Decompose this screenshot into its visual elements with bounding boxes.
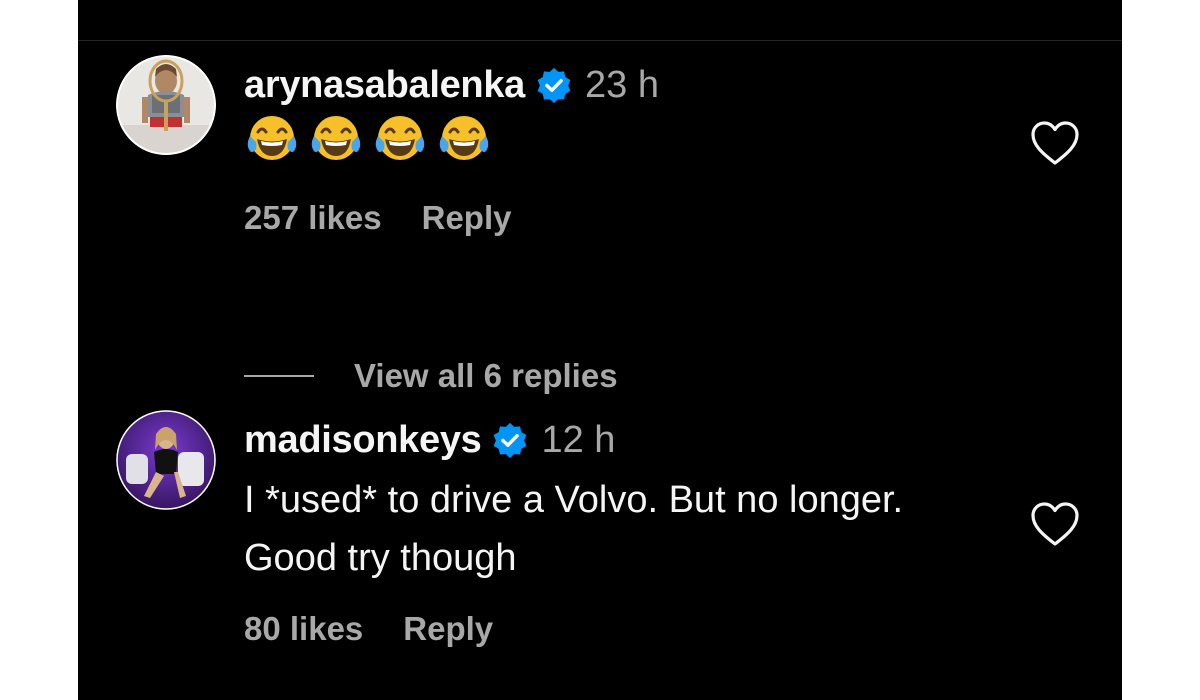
username[interactable]: arynasabalenka (244, 64, 525, 107)
top-divider (78, 40, 1122, 41)
tears-of-joy-emoji (372, 112, 428, 166)
view-replies-line (244, 375, 314, 377)
reply-button[interactable]: Reply (403, 609, 493, 649)
view-replies-toggle[interactable]: View all 6 replies (244, 354, 618, 398)
tears-of-joy-emoji (244, 112, 300, 166)
comment-emoji-text (244, 112, 492, 166)
timestamp: 23 h (585, 63, 659, 106)
comment-actions: 80 likes Reply (244, 609, 493, 649)
verified-badge-icon (491, 421, 529, 459)
username[interactable]: madisonkeys (244, 419, 482, 462)
heart-icon[interactable] (1030, 501, 1080, 547)
timestamp: 12 h (541, 418, 616, 461)
verified-badge-icon (535, 66, 573, 104)
avatar-madisonkeys[interactable] (116, 410, 216, 510)
heart-icon[interactable] (1030, 120, 1080, 166)
view-replies-label[interactable]: View all 6 replies (354, 357, 618, 395)
tears-of-joy-emoji (436, 112, 492, 166)
likes-count[interactable]: 257 likes (244, 198, 382, 238)
comment-text: I *used* to drive a Volvo. But no longer… (244, 479, 904, 579)
comment-header: madisonkeys 12 h (244, 415, 615, 465)
comments-panel: arynasabalenka 23 h 257 likes Reply View… (78, 0, 1122, 700)
reply-button[interactable]: Reply (422, 198, 512, 238)
comment-header: arynasabalenka 23 h (244, 60, 659, 110)
avatar-arynasabalenka[interactable] (116, 55, 216, 155)
likes-count[interactable]: 80 likes (244, 609, 363, 649)
tears-of-joy-emoji (308, 112, 364, 166)
comment-actions: 257 likes Reply (244, 198, 512, 238)
